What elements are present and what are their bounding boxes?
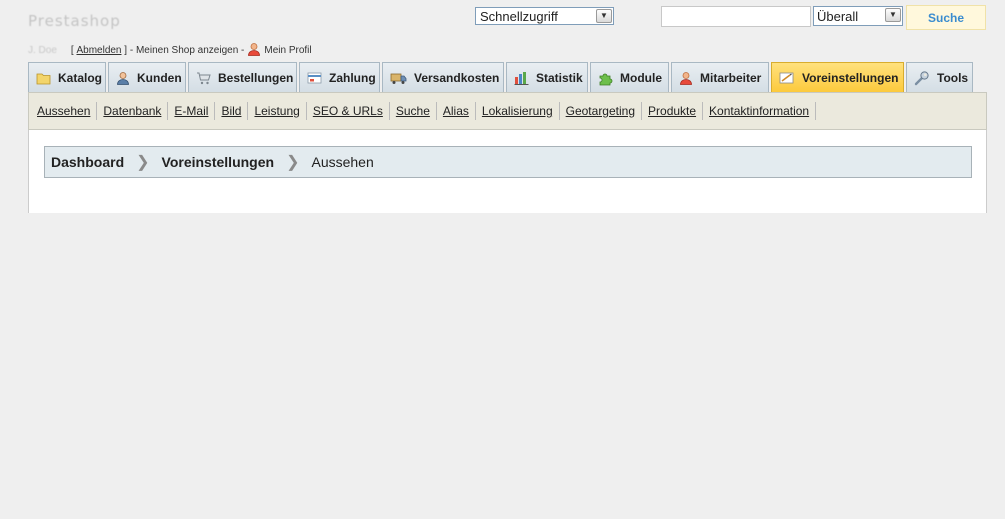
subnav-produkte[interactable]: Produkte <box>642 102 704 120</box>
bracket-open: [ <box>70 45 74 56</box>
puzzle-icon <box>599 73 613 85</box>
breadcrumb-voreinstellungen[interactable]: Voreinstellungen <box>162 154 275 170</box>
subnav-alias[interactable]: Alias <box>437 102 476 120</box>
subnav-bild[interactable]: Bild <box>215 102 249 120</box>
chevron-down-icon: ▼ <box>596 9 612 23</box>
profile-icon <box>247 42 261 59</box>
subnav-leistung[interactable]: Leistung <box>248 102 307 120</box>
breadcrumb-current: Aussehen <box>311 154 374 170</box>
quick-access-value: Schnellzugriff <box>480 8 558 24</box>
tab-voreinstellungen[interactable]: Voreinstellungen <box>771 62 904 93</box>
cart-icon <box>197 72 211 85</box>
breadcrumb: Dashboard ❯ Voreinstellungen ❯ Aussehen <box>44 146 972 178</box>
tab-tools[interactable]: Tools <box>906 62 973 93</box>
subnav-email[interactable]: E-Mail <box>168 102 216 120</box>
chart-icon <box>514 72 529 85</box>
subnav-aussehen[interactable]: Aussehen <box>31 102 98 120</box>
quick-access-select[interactable]: Schnellzugriff ▼ <box>475 7 614 25</box>
tab-label: Statistik <box>536 71 583 85</box>
search-scope-select[interactable]: Überall ▼ <box>813 6 903 26</box>
tab-bestellungen[interactable]: Bestellungen <box>188 62 297 93</box>
chevron-down-icon: ▼ <box>885 8 901 22</box>
tab-label: Tools <box>937 71 969 85</box>
bracket-close: ] <box>124 45 128 56</box>
profile-link[interactable]: Mein Profil <box>264 45 311 56</box>
tab-label: Voreinstellungen <box>802 71 899 85</box>
content-area: Dashboard ❯ Voreinstellungen ❯ Aussehen <box>28 130 987 213</box>
tab-label: Kunden <box>137 71 182 85</box>
tab-label: Module <box>620 71 662 85</box>
tab-label: Versandkosten <box>414 71 500 85</box>
subnav-lokalisierung[interactable]: Lokalisierung <box>476 102 560 120</box>
payment-icon <box>307 72 322 84</box>
wrench-icon <box>914 71 929 86</box>
employee-icon <box>680 72 692 85</box>
tab-mitarbeiter[interactable]: Mitarbeiter <box>671 62 769 93</box>
subnav-suche[interactable]: Suche <box>390 102 437 120</box>
search-input[interactable] <box>661 6 811 27</box>
truck-icon <box>390 73 407 84</box>
tab-katalog[interactable]: Katalog <box>28 62 106 93</box>
logout-link[interactable]: Abmelden <box>76 45 121 56</box>
sub-navigation: Aussehen Datenbank E-Mail Bild Leistung … <box>28 92 987 130</box>
tab-kunden[interactable]: Kunden <box>108 62 186 93</box>
chevron-right-icon: ❯ <box>286 154 300 171</box>
tab-module[interactable]: Module <box>590 62 669 93</box>
user-name: J. Doe <box>28 45 57 56</box>
tab-label: Mitarbeiter <box>700 71 762 85</box>
breadcrumb-dashboard[interactable]: Dashboard <box>51 154 124 170</box>
view-shop-link[interactable]: - Meinen Shop anzeigen - <box>130 45 245 56</box>
subnav-geotargeting[interactable]: Geotargeting <box>560 102 643 120</box>
search-button[interactable]: Suche <box>906 5 986 30</box>
customer-icon <box>117 72 129 85</box>
tab-label: Katalog <box>58 71 103 85</box>
tab-label: Zahlung <box>329 71 376 85</box>
folder-icon <box>36 73 51 84</box>
subnav-kontaktinformation[interactable]: Kontaktinformation <box>703 102 817 120</box>
user-line: J. Doe [ Abmelden ] - Meinen Shop anzeig… <box>28 42 312 59</box>
preferences-icon <box>779 72 794 84</box>
shop-logo: Prestashop <box>28 12 121 30</box>
chevron-right-icon: ❯ <box>136 154 150 171</box>
tab-zahlung[interactable]: Zahlung <box>299 62 380 93</box>
subnav-datenbank[interactable]: Datenbank <box>97 102 169 120</box>
tab-versandkosten[interactable]: Versandkosten <box>382 62 504 93</box>
tab-statistik[interactable]: Statistik <box>506 62 588 93</box>
subnav-seo-urls[interactable]: SEO & URLs <box>307 102 390 120</box>
search-scope-value: Überall <box>817 8 859 24</box>
tab-label: Bestellungen <box>218 71 294 85</box>
